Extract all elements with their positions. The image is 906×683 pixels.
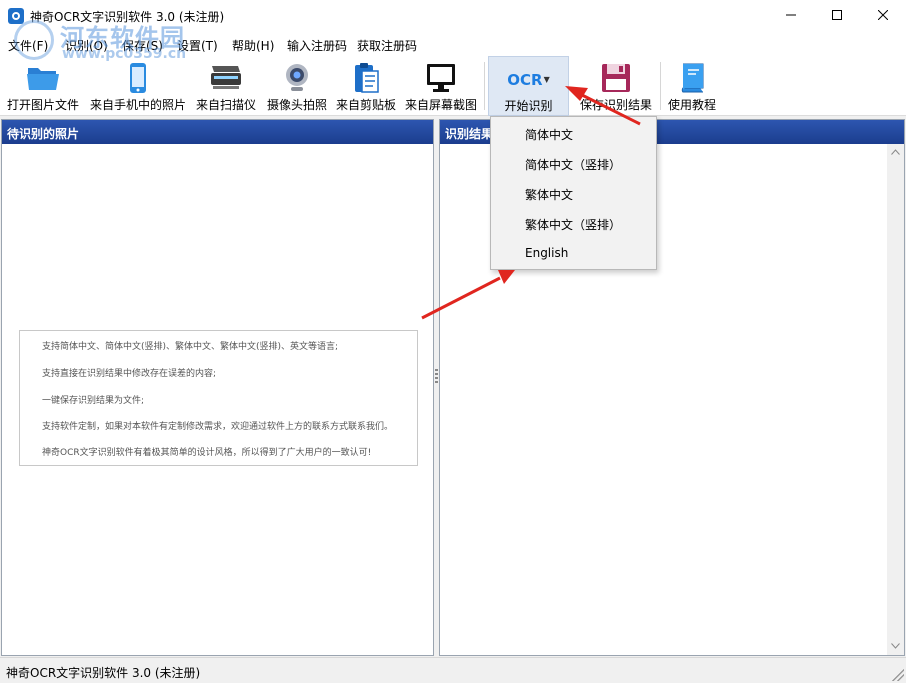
maximize-icon xyxy=(832,10,842,20)
lang-simplified-chinese-vertical[interactable]: 简体中文（竖排） xyxy=(525,156,621,173)
source-panel-title: 待识别的照片 xyxy=(7,127,80,141)
info-line: 支持简体中文、简体中文(竖排)、繁体中文、繁体中文(竖排)、英文等语言; xyxy=(42,342,339,352)
toolbar-separator xyxy=(660,62,661,110)
from-scanner-button[interactable]: 来自扫描仪 xyxy=(194,56,258,116)
source-image-panel[interactable]: 待识别的照片 支持简体中文、简体中文(竖排)、繁体中文、繁体中文(竖排)、英文等… xyxy=(1,119,434,656)
menu-recognize[interactable]: 识别(O) xyxy=(65,37,108,54)
start-ocr-label: 开始识别 xyxy=(504,99,553,113)
resize-grip-icon[interactable] xyxy=(892,669,904,681)
book-icon xyxy=(681,63,704,93)
status-bar: 神奇OCR文字识别软件 3.0 (未注册) xyxy=(0,657,906,683)
webcam-icon xyxy=(286,64,308,91)
result-scrollbar[interactable] xyxy=(887,144,904,655)
menu-file[interactable]: 文件(F) xyxy=(8,37,48,54)
dropdown-caret-icon: ▼ xyxy=(543,75,550,84)
open-image-button[interactable]: 打开图片文件 xyxy=(4,56,82,116)
info-line: 一键保存识别结果为文件; xyxy=(42,396,145,406)
from-clipboard-button[interactable]: 来自剪贴板 xyxy=(334,56,398,116)
monitor-icon xyxy=(427,64,455,92)
ocr-logo: OCR▼ xyxy=(489,71,568,89)
camera-button[interactable]: 摄像头拍照 xyxy=(264,56,330,116)
from-clipboard-label: 来自剪贴板 xyxy=(335,98,396,112)
menu-bar: 文件(F) 识别(O) 保存(S) 设置(T) 帮助(H) 输入注册码 获取注册… xyxy=(0,32,906,56)
scroll-down-button[interactable] xyxy=(887,638,904,655)
status-text: 神奇OCR文字识别软件 3.0 (未注册) xyxy=(6,666,201,680)
toolbar: 打开图片文件 来自手机中的照片 来自扫描仪 摄像头拍照 来自剪贴板 来自屏幕截图… xyxy=(0,56,906,116)
window-title: 神奇OCR文字识别软件 3.0 (未注册) xyxy=(30,10,225,24)
info-line: 支持直接在识别结果中修改存在误差的内容; xyxy=(42,369,217,379)
ocr-language-dropdown: 简体中文 简体中文（竖排） 繁体中文 繁体中文（竖排） English xyxy=(490,116,657,270)
minimize-icon xyxy=(786,14,796,16)
menu-settings[interactable]: 设置(T) xyxy=(177,37,218,54)
title-bar: 神奇OCR文字识别软件 3.0 (未注册) xyxy=(0,0,906,32)
from-scanner-label: 来自扫描仪 xyxy=(195,98,256,112)
close-icon xyxy=(878,10,888,20)
source-panel-header: 待识别的照片 xyxy=(2,120,433,144)
from-screenshot-button[interactable]: 来自屏幕截图 xyxy=(402,56,480,116)
feature-info-box: 支持简体中文、简体中文(竖排)、繁体中文、繁体中文(竖排)、英文等语言; 支持直… xyxy=(19,330,418,466)
minimize-button[interactable] xyxy=(768,0,814,30)
ocr-logo-text: OCR xyxy=(507,71,543,89)
info-line: 支持软件定制，如果对本软件有定制修改需求，欢迎通过软件上方的联系方式联系我们。 xyxy=(42,422,394,432)
app-icon xyxy=(8,8,24,24)
lang-traditional-chinese[interactable]: 繁体中文 xyxy=(525,186,573,203)
floppy-disk-icon xyxy=(602,64,630,92)
save-result-button[interactable]: 保存识别结果 xyxy=(576,56,656,116)
from-phone-label: 来自手机中的照片 xyxy=(89,98,186,112)
splitter-grip-icon xyxy=(435,369,438,385)
clipboard-icon xyxy=(355,63,379,93)
save-result-label: 保存识别结果 xyxy=(579,98,652,112)
menu-enter-code[interactable]: 输入注册码 xyxy=(287,37,347,54)
chevron-up-icon xyxy=(891,149,900,155)
lang-traditional-chinese-vertical[interactable]: 繁体中文（竖排） xyxy=(525,216,621,233)
close-button[interactable] xyxy=(860,0,906,30)
info-line: 神奇OCR文字识别软件有着极其简单的设计风格，所以得到了广大用户的一致认可! xyxy=(42,448,372,458)
chevron-down-icon xyxy=(891,643,900,649)
tutorial-label: 使用教程 xyxy=(667,98,716,112)
menu-help[interactable]: 帮助(H) xyxy=(232,37,274,54)
folder-icon xyxy=(27,68,59,90)
maximize-button[interactable] xyxy=(814,0,860,30)
camera-label: 摄像头拍照 xyxy=(266,98,327,112)
toolbar-separator xyxy=(484,62,485,110)
menu-get-code[interactable]: 获取注册码 xyxy=(357,37,417,54)
scroll-up-button[interactable] xyxy=(887,144,904,161)
lang-english[interactable]: English xyxy=(525,246,568,260)
lang-simplified-chinese[interactable]: 简体中文 xyxy=(525,126,573,143)
tutorial-button[interactable]: 使用教程 xyxy=(664,56,720,116)
result-panel-title: 识别结果 xyxy=(445,127,494,141)
scanner-icon xyxy=(211,66,241,89)
phone-icon xyxy=(130,63,146,93)
from-phone-button[interactable]: 来自手机中的照片 xyxy=(88,56,188,116)
open-image-label: 打开图片文件 xyxy=(6,98,79,112)
from-screenshot-label: 来自屏幕截图 xyxy=(404,98,477,112)
menu-save[interactable]: 保存(S) xyxy=(122,37,163,54)
start-ocr-button[interactable]: OCR▼ 开始识别 xyxy=(488,56,569,116)
